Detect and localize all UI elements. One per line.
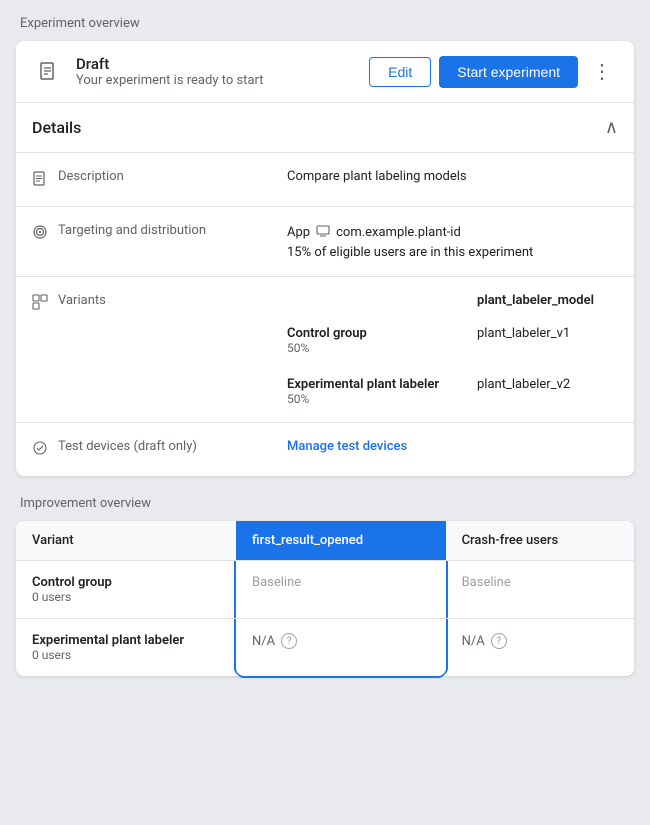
variants-col-header: plant_labeler_model — [477, 293, 594, 308]
improvement-metric2-0: Baseline — [446, 561, 634, 619]
test-devices-icon — [32, 440, 48, 460]
experiment-card: Draft Your experiment is ready to start … — [16, 41, 634, 476]
targeting-value: App com.example.plant-id 15% of eligible… — [271, 207, 634, 277]
description-icon — [32, 170, 48, 190]
variants-label: Variants — [58, 293, 106, 308]
variant-name-1: Experimental plant labeler — [287, 377, 477, 392]
improvement-row-users-1: 0 users — [32, 648, 220, 662]
improvement-overview-title: Improvement overview — [16, 496, 634, 511]
targeting-icon — [32, 224, 48, 244]
targeting-label: Targeting and distribution — [58, 223, 206, 238]
details-header: Details ∧ — [16, 103, 634, 153]
app-name: com.example.plant-id — [336, 225, 461, 240]
test-devices-label: Test devices (draft only) — [58, 439, 197, 454]
col-header-variant-label: Variant — [32, 533, 74, 548]
distribution-text: 15% of eligible users are in this experi… — [287, 245, 618, 260]
draft-text: Draft Your experiment is ready to start — [76, 55, 369, 88]
draft-actions: Edit Start experiment ⋮ — [369, 55, 618, 88]
details-table: Description Compare plant labeling model… — [16, 153, 634, 476]
improvement-header-row: Variant first_result_opened Crash-free u… — [16, 521, 634, 561]
variants-icon — [32, 294, 48, 314]
draft-subtitle: Your experiment is ready to start — [76, 73, 369, 88]
app-icon — [316, 223, 330, 241]
collapse-button[interactable]: ∧ — [605, 117, 618, 138]
col-header-metric1-label: first_result_opened — [252, 533, 363, 548]
experiment-overview-title: Experiment overview — [16, 16, 634, 31]
improvement-variant-0: Control group 0 users — [16, 561, 236, 619]
variant-row-1: Experimental plant labeler 50% plant_lab… — [287, 377, 618, 406]
improvement-metric2-1: N/A ? — [446, 619, 634, 677]
variant-pct-0: 50% — [287, 341, 477, 355]
improvement-crash-free-0: Baseline — [462, 575, 511, 590]
na-label-metric2: N/A — [462, 634, 485, 649]
description-label: Description — [58, 169, 124, 184]
description-row: Description Compare plant labeling model… — [16, 153, 634, 207]
help-icon-metric2[interactable]: ? — [491, 633, 507, 649]
variants-value-cell: plant_labeler_model Control group 50% pl… — [271, 277, 634, 423]
improvement-metric1-0: Baseline — [236, 561, 446, 619]
col-header-metric2-label: Crash-free users — [462, 533, 559, 548]
start-experiment-button[interactable]: Start experiment — [439, 56, 578, 88]
improvement-row-1: Experimental plant labeler 0 users N/A ?… — [16, 619, 634, 677]
variant-value-0: plant_labeler_v1 — [477, 326, 570, 341]
improvement-baseline-label-0: Baseline — [252, 575, 301, 590]
help-icon-metric1[interactable]: ? — [281, 633, 297, 649]
variant-label-1: Experimental plant labeler 50% — [287, 377, 477, 406]
improvement-variant-1: Experimental plant labeler 0 users — [16, 619, 236, 677]
variant-row-0: Control group 50% plant_labeler_v1 — [287, 326, 618, 355]
app-row: App com.example.plant-id — [287, 223, 618, 241]
test-devices-row: Test devices (draft only) Manage test de… — [16, 423, 634, 477]
variant-pct-1: 50% — [287, 392, 477, 406]
variants-row: Variants plant_labeler_model Control gro… — [16, 277, 634, 423]
improvement-row-users-0: 0 users — [32, 590, 220, 604]
variant-header: plant_labeler_model — [287, 293, 618, 308]
app-prefix: App — [287, 225, 310, 240]
edit-button[interactable]: Edit — [369, 57, 431, 87]
na-row-metric2: N/A ? — [462, 633, 618, 649]
improvement-table: Variant first_result_opened Crash-free u… — [16, 521, 634, 676]
col-header-metric1[interactable]: first_result_opened — [236, 521, 446, 561]
more-options-button[interactable]: ⋮ — [586, 55, 618, 88]
targeting-label-cell: Targeting and distribution — [16, 207, 271, 277]
manage-test-devices-link[interactable]: Manage test devices — [287, 439, 407, 454]
improvement-row-0: Control group 0 users Baseline Baseline — [16, 561, 634, 619]
description-value: Compare plant labeling models — [271, 153, 634, 207]
na-label-metric1: N/A — [252, 634, 275, 649]
draft-title: Draft — [76, 55, 369, 73]
targeting-row: Targeting and distribution App com.examp… — [16, 207, 634, 277]
improvement-row-name-1: Experimental plant labeler — [32, 633, 220, 648]
description-label-cell: Description — [16, 153, 271, 207]
test-devices-value: Manage test devices — [271, 423, 634, 477]
variant-name-0: Control group — [287, 326, 477, 341]
draft-header: Draft Your experiment is ready to start … — [16, 41, 634, 103]
details-title: Details — [32, 118, 81, 137]
na-row-metric1: N/A ? — [252, 633, 430, 649]
draft-icon — [32, 56, 64, 88]
variants-label-cell: Variants — [16, 277, 271, 423]
col-header-variant: Variant — [16, 521, 236, 561]
variant-label-0: Control group 50% — [287, 326, 477, 355]
improvement-row-name-0: Control group — [32, 575, 220, 590]
improvement-metric1-1: N/A ? — [236, 619, 446, 677]
test-devices-label-cell: Test devices (draft only) — [16, 423, 271, 477]
improvement-card: Variant first_result_opened Crash-free u… — [16, 521, 634, 676]
col-header-metric2: Crash-free users — [446, 521, 634, 561]
variant-value-1: plant_labeler_v2 — [477, 377, 570, 392]
